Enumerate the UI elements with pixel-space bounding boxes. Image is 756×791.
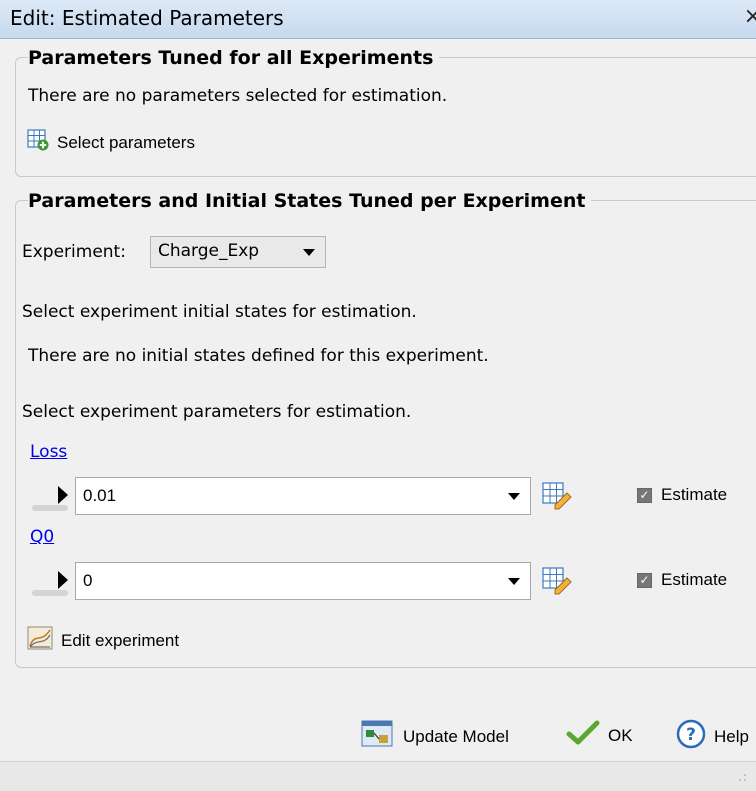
chevron-down-icon (303, 249, 315, 256)
simulink-model-icon (361, 719, 395, 754)
update-model-label: Update Model (403, 726, 509, 746)
status-bar: .: (0, 761, 756, 791)
loss-estimate-label: Estimate (661, 485, 728, 504)
expand-arrow-icon[interactable] (58, 486, 68, 504)
q0-estimate-label: Estimate (661, 570, 728, 589)
expand-arrow-shadow (32, 590, 68, 596)
chevron-down-icon (508, 578, 520, 585)
help-button[interactable]: ? Help (676, 719, 749, 754)
ok-label: OK (608, 725, 633, 745)
global-parameters-panel (15, 57, 756, 177)
parameter-link-q0[interactable]: Q0 (30, 527, 54, 547)
checkmark-icon: ✓ (637, 572, 652, 588)
experiment-plot-icon (27, 626, 53, 655)
chevron-down-icon (508, 493, 520, 500)
experiment-dropdown[interactable]: Charge_Exp (150, 236, 326, 268)
q0-value-combo[interactable]: 0 (75, 562, 531, 600)
resize-grip-icon[interactable]: .: (738, 770, 748, 784)
window-title: Edit: Estimated Parameters (10, 6, 284, 30)
q0-estimate-checkbox[interactable]: ✓ Estimate (637, 570, 727, 590)
help-icon: ? (676, 719, 706, 754)
select-parameters-label: Select parameters (57, 132, 195, 152)
loss-estimate-checkbox[interactable]: ✓ Estimate (637, 485, 727, 505)
edit-table-icon[interactable] (541, 481, 575, 511)
update-model-button[interactable]: Update Model (361, 719, 509, 754)
ok-button[interactable]: OK (566, 719, 633, 752)
checkmark-icon (566, 719, 600, 752)
parameters-prompt: Select experiment parameters for estimat… (22, 402, 412, 422)
table-add-icon (27, 129, 49, 156)
title-bar: Edit: Estimated Parameters × (0, 0, 756, 39)
q0-value: 0 (83, 571, 93, 590)
loss-value-combo[interactable]: 0.01 (75, 477, 531, 515)
svg-text:?: ? (686, 725, 696, 745)
no-parameters-message: There are no parameters selected for est… (28, 86, 448, 106)
initial-states-message: There are no initial states defined for … (28, 346, 489, 366)
initial-states-prompt: Select experiment initial states for est… (22, 302, 417, 322)
experiment-dropdown-value: Charge_Exp (158, 241, 260, 261)
expand-arrow-shadow (32, 505, 68, 511)
experiment-label: Experiment: (22, 242, 126, 262)
edit-experiment-button[interactable]: Edit experiment (27, 626, 179, 655)
select-parameters-button[interactable]: Select parameters (27, 129, 195, 156)
edit-table-icon[interactable] (541, 566, 575, 596)
loss-value: 0.01 (83, 486, 117, 505)
parameter-link-loss[interactable]: Loss (30, 442, 67, 462)
help-label: Help (714, 726, 749, 746)
expand-arrow-icon[interactable] (58, 571, 68, 589)
edit-experiment-label: Edit experiment (61, 630, 180, 650)
per-experiment-heading: Parameters and Initial States Tuned per … (28, 189, 592, 213)
close-icon[interactable]: × (744, 4, 756, 29)
checkmark-icon: ✓ (637, 487, 652, 503)
global-parameters-heading: Parameters Tuned for all Experiments (28, 46, 440, 70)
